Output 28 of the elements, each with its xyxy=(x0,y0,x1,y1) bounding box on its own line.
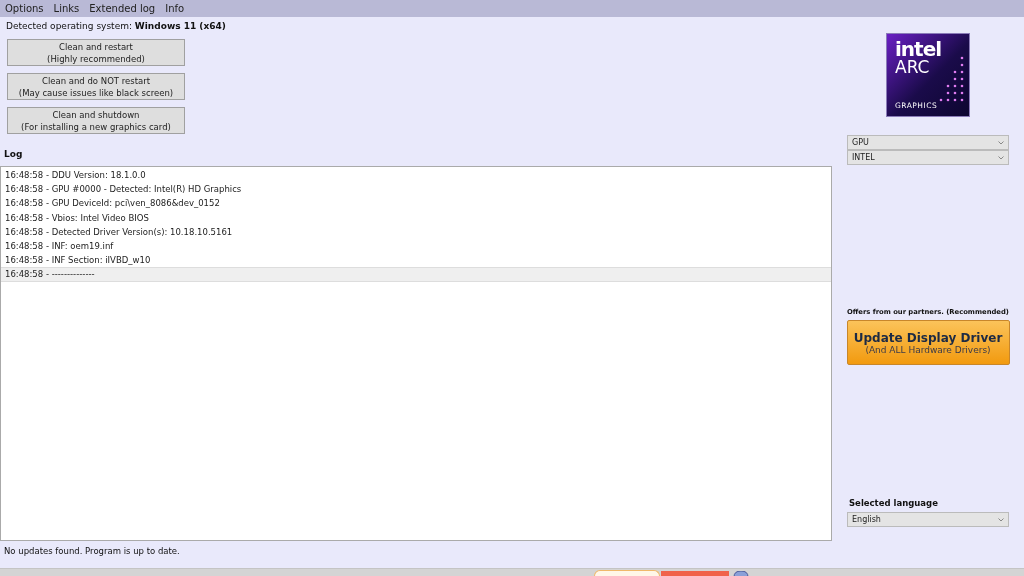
update-driver-button[interactable]: Update Display Driver (And ALL Hardware Drivers) xyxy=(846,320,1010,365)
clean-button[interactable]: Clean and restart (Highly recommended) xyxy=(7,39,185,66)
round-icon[interactable] xyxy=(733,571,749,576)
language-dropdown[interactable]: English xyxy=(847,512,1009,527)
log-entry[interactable]: 16:48:58 - Detected Driver Version(s): 10.18.10.5161 xyxy=(1,224,831,239)
log-title: Log xyxy=(3,148,24,159)
log-entry[interactable]: 16:48:58 - Vbios: Intel Video BIOS xyxy=(1,210,831,225)
language-label: Selected language xyxy=(849,498,938,508)
menu-item[interactable]: Options xyxy=(5,3,44,14)
log-entry[interactable]: 16:48:58 - -------------- xyxy=(1,267,831,282)
device-type-dropdown[interactable]: GPU xyxy=(847,135,1009,150)
clean-button[interactable]: Clean and shutdown (For installing a new graphics card) xyxy=(7,107,185,134)
vendor-dropdown[interactable]: INTEL xyxy=(847,150,1009,165)
dot-pattern-icon xyxy=(939,56,964,102)
log-entry[interactable]: 16:48:58 - INF: oem19.inf xyxy=(1,238,831,254)
log-entry[interactable]: 16:48:58 - INF Section: iIVBD_w10 xyxy=(1,253,831,268)
caret-icon xyxy=(998,155,1004,160)
menu-item[interactable]: Links xyxy=(53,3,80,14)
menu-item[interactable]: Extended log xyxy=(89,3,156,14)
caret-icon xyxy=(998,140,1004,145)
log-entry[interactable]: 16:48:58 - DDU Version: 18.1.0.0 xyxy=(1,168,831,183)
clean-button[interactable]: Clean and do NOT restart (May cause issues like black screen) xyxy=(7,73,185,100)
log-entry[interactable]: 16:48:58 - GPU #0000 - Detected: Intel(R) HD Graphics xyxy=(1,182,831,197)
caret-icon xyxy=(998,517,1004,522)
detected-os-text: Detected operating system: Windows 11 (x64) xyxy=(5,20,227,33)
status-text: No updates found. Program is up to date. xyxy=(3,545,181,558)
menu-item[interactable]: Info xyxy=(165,3,185,14)
log-entry[interactable]: 16:48:58 - GPU DeviceId: pci\ven_8086&dev_0152 xyxy=(1,196,831,211)
